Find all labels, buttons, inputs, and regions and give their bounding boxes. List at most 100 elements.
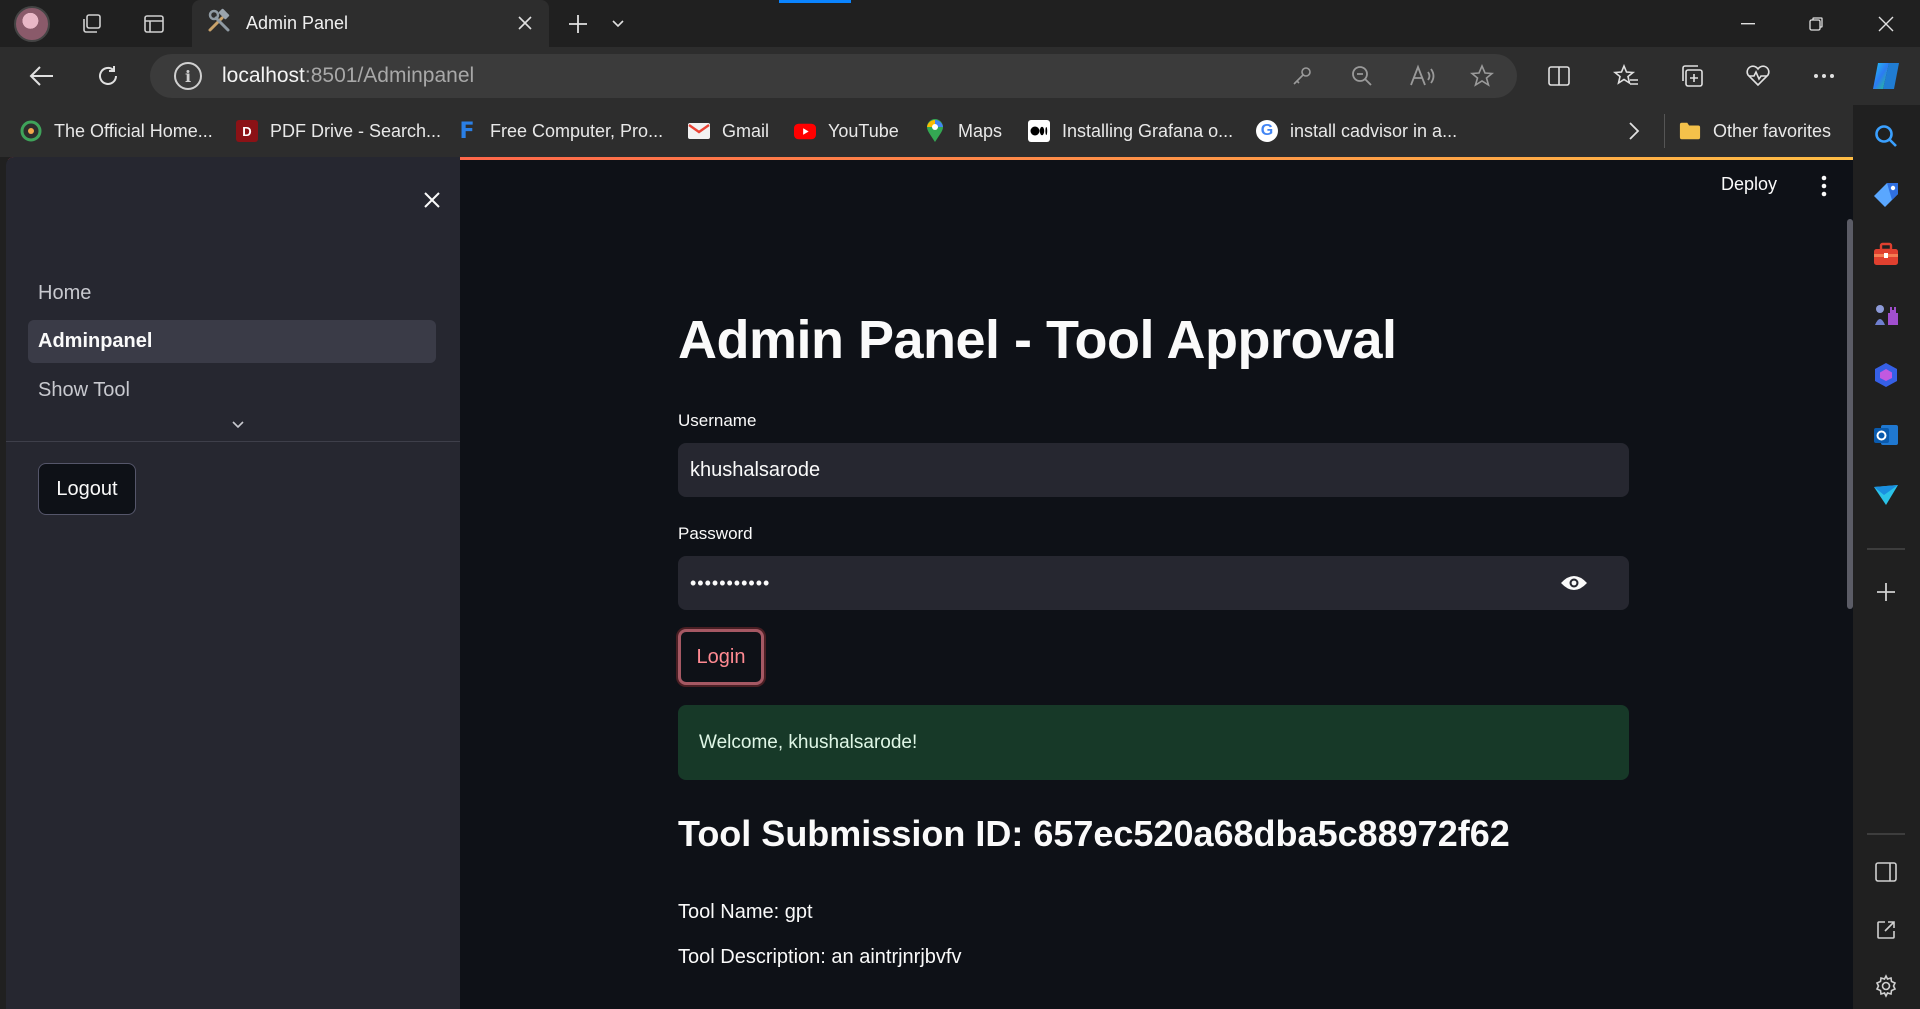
new-tab-icon[interactable] — [560, 6, 596, 42]
favorite-item[interactable]: Gmail — [688, 118, 769, 144]
favorite-label: The Official Home... — [54, 120, 213, 141]
workspaces-icon[interactable] — [74, 6, 110, 42]
more-options-icon[interactable] — [1806, 58, 1842, 94]
read-aloud-icon[interactable] — [1406, 60, 1438, 92]
gmail-icon — [688, 120, 710, 142]
address-row: i localhost:8501/Adminpanel — [0, 47, 1920, 105]
minimize-icon[interactable] — [1714, 0, 1782, 47]
more-favorites-chevron-icon[interactable] — [1628, 118, 1640, 144]
tools-briefcase-icon[interactable] — [1869, 238, 1903, 272]
favorite-item[interactable]: D PDF Drive - Search... — [236, 118, 441, 144]
zoom-out-icon[interactable] — [1346, 60, 1378, 92]
refresh-icon[interactable] — [90, 58, 126, 94]
browser-essentials-icon[interactable] — [1740, 58, 1776, 94]
close-tab-icon[interactable] — [511, 9, 539, 37]
favorite-item[interactable]: YouTube — [794, 118, 899, 144]
back-arrow-icon[interactable] — [24, 58, 60, 94]
expand-nav-chevron-icon[interactable] — [226, 415, 250, 435]
favorite-label: Free Computer, Pro... — [490, 120, 664, 141]
other-favorites-label: Other favorites — [1713, 120, 1832, 141]
username-input[interactable]: khushalsarode — [678, 443, 1629, 497]
split-screen-icon[interactable] — [1541, 58, 1577, 94]
favorites-bar: The Official Home... D PDF Drive - Searc… — [0, 105, 1920, 157]
favorite-label: Gmail — [722, 120, 770, 141]
sidebar-divider — [6, 441, 460, 442]
send-drop-icon[interactable] — [1869, 478, 1903, 512]
favorite-label: YouTube — [828, 120, 899, 141]
login-button[interactable]: Login — [678, 629, 764, 685]
sidebar-separator — [1867, 548, 1905, 550]
info-icon[interactable]: i — [174, 62, 202, 90]
tab-admin-panel[interactable]: Admin Panel — [192, 0, 549, 47]
sidebar-item-label: Show Tool — [38, 379, 130, 401]
collections-icon[interactable] — [1674, 58, 1710, 94]
hide-sidebar-icon[interactable] — [1869, 855, 1903, 889]
settings-gear-icon[interactable] — [1869, 969, 1903, 1003]
logout-button[interactable]: Logout — [38, 463, 136, 515]
password-label: Password — [678, 524, 753, 543]
favorite-item[interactable]: F Free Computer, Pro... — [456, 118, 663, 144]
password-key-icon[interactable] — [1286, 60, 1318, 92]
username-label: Username — [678, 411, 757, 430]
deploy-button[interactable]: Deploy — [1721, 174, 1777, 195]
window-close-icon[interactable] — [1852, 0, 1920, 47]
shopping-tag-icon[interactable] — [1869, 178, 1903, 212]
close-sidebar-icon[interactable] — [412, 180, 452, 220]
add-app-plus-icon[interactable] — [1869, 575, 1903, 609]
show-password-eye-icon[interactable] — [1559, 571, 1589, 595]
favorite-item[interactable]: Maps — [924, 118, 1002, 144]
google-icon: G — [1256, 120, 1278, 142]
tab-actions-icon[interactable] — [136, 6, 172, 42]
page-scrollbar[interactable] — [1847, 219, 1853, 609]
password-input[interactable]: ••••••••••• — [678, 556, 1629, 610]
favorite-item[interactable]: The Official Home... — [20, 118, 213, 144]
hammer-wrench-icon — [206, 8, 232, 39]
favorite-label: Installing Grafana o... — [1062, 120, 1234, 141]
open-external-icon[interactable] — [1869, 913, 1903, 947]
favorite-item[interactable]: G install cadvisor in a... — [1256, 118, 1457, 144]
pdfdrive-icon: D — [236, 120, 258, 142]
copilot-app-icon[interactable] — [1869, 358, 1903, 392]
sidebar-item-label: Adminpanel — [38, 330, 153, 352]
tool-name-text: Tool Name: gpt — [678, 901, 813, 923]
profile-avatar[interactable] — [14, 6, 50, 42]
app-sidebar: Home Adminpanel Show Tool Logout — [6, 157, 460, 1009]
sidebar-item-show-tool[interactable]: Show Tool — [28, 369, 436, 412]
games-chess-icon[interactable] — [1869, 298, 1903, 332]
favorite-label: install cadvisor in a... — [1290, 120, 1458, 141]
sidebar-item-adminpanel[interactable]: Adminpanel — [28, 320, 436, 363]
url-path: :8501/Adminpanel — [304, 64, 475, 87]
sidebar-item-label: Home — [38, 282, 92, 304]
favorite-item[interactable]: Installing Grafana o... — [1028, 118, 1233, 144]
tab-title: Admin Panel — [246, 13, 349, 33]
sidebar-item-home[interactable]: Home — [28, 272, 436, 315]
page-viewport: Home Adminpanel Show Tool Logout Deploy … — [6, 157, 1853, 1009]
success-alert: Welcome, khushalsarode! — [678, 705, 1629, 780]
sidebar-separator — [1867, 833, 1905, 835]
other-favorites-folder[interactable]: Other favorites — [1664, 114, 1831, 148]
medium-icon — [1028, 120, 1050, 142]
outlook-icon[interactable] — [1869, 418, 1903, 452]
maps-icon — [924, 119, 946, 142]
search-icon[interactable] — [1869, 119, 1903, 153]
edge-sidebar — [1853, 105, 1920, 1009]
favorite-star-icon[interactable] — [1466, 60, 1498, 92]
tab-loading-indicator — [779, 0, 851, 3]
favorites-icon[interactable] — [1608, 58, 1644, 94]
favorite-label: Maps — [958, 120, 1003, 141]
f-logo-icon: F — [459, 118, 475, 144]
grafana-logo-icon — [20, 120, 42, 142]
tab-bar: Admin Panel — [0, 0, 1920, 47]
copilot-icon[interactable] — [1868, 58, 1904, 94]
chevron-down-icon[interactable] — [600, 6, 636, 42]
submission-id-heading: Tool Submission ID: 657ec520a68dba5c8897… — [678, 813, 1510, 854]
main-menu-icon[interactable] — [1816, 174, 1832, 198]
url-host: localhost — [222, 64, 305, 87]
username-value: khushalsarode — [690, 458, 821, 481]
page-title: Admin Panel - Tool Approval — [678, 310, 1397, 370]
address-bar[interactable]: i localhost:8501/Adminpanel — [150, 54, 1517, 98]
tool-description-text: Tool Description: an aintrjnrjbvfv — [678, 946, 962, 968]
youtube-icon — [794, 120, 816, 142]
restore-icon[interactable] — [1782, 0, 1850, 47]
password-value: ••••••••••• — [690, 572, 771, 593]
